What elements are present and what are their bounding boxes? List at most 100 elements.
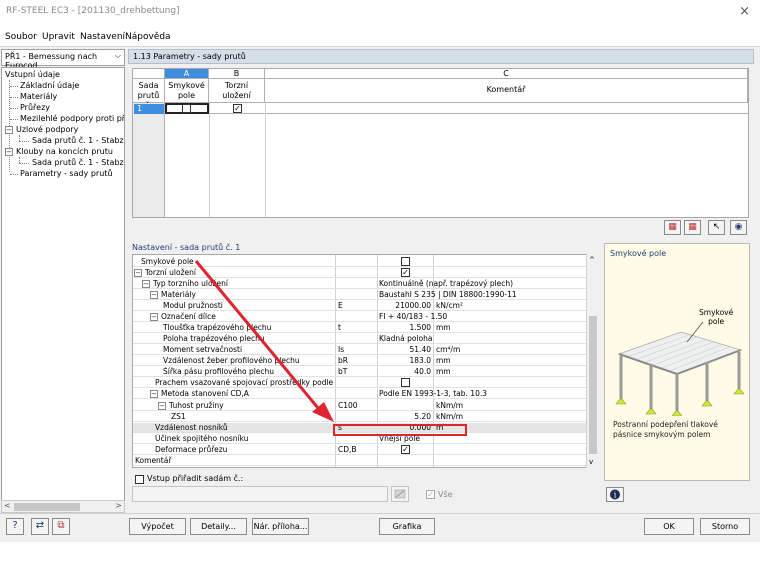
ok-button[interactable]: OK [644, 518, 694, 535]
settings-row[interactable]: Moment setrvačnosti Is 51.40 cm⁴/m [133, 345, 586, 355]
setting-label: Torzní uložení [145, 268, 196, 277]
torsion-checkbox[interactable]: ✓ [233, 104, 242, 113]
setting-value[interactable]: 21000.00 [379, 301, 431, 311]
setting-symbol [338, 279, 376, 289]
setting-checkbox[interactable]: ✓ [401, 268, 410, 277]
nav-klouby-sada-1[interactable]: Sada prutů č. 1 - Stabzug [32, 158, 124, 167]
graphics-button[interactable]: Grafika [379, 518, 435, 535]
col-a-header: Smykové pole [165, 79, 209, 103]
collapse-icon[interactable]: − [150, 313, 158, 321]
select-sets-icon[interactable] [391, 486, 409, 502]
settings-row[interactable]: − Materiály Baustahl S 235 | DIN 18800:199… [133, 290, 586, 300]
settings-row[interactable]: Deformace průřezu CD,B ✓ [133, 445, 586, 455]
nav-mezilehle-podpory[interactable]: Mezilehlé podpory proti příčném [20, 114, 124, 123]
setting-checkbox[interactable] [401, 378, 410, 387]
col-letter-a[interactable]: A [165, 69, 209, 79]
nav-horizontal-scrollbar[interactable]: < > [1, 500, 125, 513]
settings-row[interactable]: Tloušťka trapézového plechu t 1.500 mm [133, 323, 586, 333]
details-button[interactable]: Detaily... [190, 518, 247, 535]
setting-value[interactable]: Baustahl S 235 | DIN 18800:1990-11 [379, 290, 579, 300]
export-icon[interactable]: ⇄ [31, 518, 49, 535]
nav-prurezy[interactable]: Průřezy [20, 103, 50, 112]
col-letter-b[interactable]: B [209, 69, 265, 79]
collapse-icon[interactable]: − [150, 291, 158, 299]
scroll-down-icon[interactable]: v [589, 458, 593, 466]
navigator-tree: Vstupní údaje Základní údaje Materiály P… [1, 67, 125, 513]
shear-panel-checkbox[interactable] [182, 104, 191, 113]
scrollbar-thumb[interactable] [589, 316, 597, 454]
select-pointer-icon[interactable]: ↖ [708, 220, 725, 235]
settings-row[interactable]: − Torzní uložení ✓ [133, 268, 586, 278]
collapse-icon[interactable]: − [158, 402, 166, 410]
setting-value[interactable]: 5.20 [379, 412, 431, 422]
setting-value[interactable]: Podle EN 1993-1-3, tab. 10.3 [379, 389, 579, 399]
settings-row[interactable]: − Označení dílce FI + 40/183 - 1.50 [133, 312, 586, 322]
menu-nastaveni[interactable]: Nastavení [80, 32, 125, 42]
menu-upravit[interactable]: Upravit [42, 32, 75, 42]
collapse-icon[interactable]: − [5, 126, 13, 134]
import-excel-icon[interactable]: ▦ [684, 220, 701, 235]
setting-value[interactable]: 183.0 [379, 356, 431, 366]
nav-klouby[interactable]: Klouby na koncích prutu [16, 147, 113, 156]
info-icon[interactable]: i [606, 487, 624, 502]
menu-soubor[interactable]: Soubor [5, 32, 37, 42]
setting-checkbox[interactable] [401, 257, 410, 266]
settings-row[interactable]: Šířka pásu profilového plechu bT 40.0 mm [133, 367, 586, 377]
copy-icon[interactable]: ⧉ [52, 518, 70, 535]
all-sets-label: Vše [438, 490, 453, 499]
calculate-button[interactable]: Výpočet [129, 518, 186, 535]
collapse-icon[interactable]: − [150, 390, 158, 398]
scroll-left-icon[interactable]: < [4, 501, 11, 510]
setting-value[interactable] [379, 401, 431, 411]
collapse-icon[interactable]: − [142, 280, 150, 288]
setting-value[interactable]: Kontinuálně (např. trapézový plech) [379, 279, 579, 289]
setting-symbol [338, 268, 376, 278]
table-row[interactable] [165, 103, 748, 114]
setting-value[interactable]: Kladná poloha [379, 334, 579, 344]
setting-label: Účinek spojitého nosníku [155, 434, 249, 443]
settings-row[interactable]: Modul pružnosti E 21000.00 kN/cm² [133, 301, 586, 311]
menu-napoveda[interactable]: Nápověda [125, 32, 171, 42]
nav-zakladni-udaje[interactable]: Základní údaje [20, 81, 79, 90]
scroll-up-icon[interactable]: ^ [589, 256, 595, 264]
help-icon[interactable]: ? [6, 518, 24, 535]
setting-value[interactable]: 40.0 [379, 367, 431, 377]
settings-row[interactable]: Komentář [133, 456, 586, 466]
settings-row[interactable]: Vzdálenost žeber profilového plechu bR 183… [133, 356, 586, 366]
settings-row[interactable]: Poloha trapézového plechu Kladná poloha [133, 334, 586, 344]
setting-value[interactable] [379, 456, 579, 466]
nav-uzlove-sada-1[interactable]: Sada prutů č. 1 - Stabzug [32, 136, 124, 145]
scrollbar-thumb[interactable] [14, 503, 80, 511]
settings-row[interactable]: ZS1 5.20 kNm/m [133, 412, 586, 422]
view-eye-icon[interactable]: ◉ [730, 220, 747, 235]
setting-value[interactable]: 1.500 [379, 323, 431, 333]
settings-row[interactable]: − Metoda stanovení CD,A Podle EN 1993-1-3,… [133, 389, 586, 399]
setting-symbol: t [338, 323, 341, 332]
case-selector[interactable]: PŘ1 - Bemessung nach Eurocod ⌵ [1, 49, 125, 70]
close-icon[interactable]: × [739, 4, 750, 19]
settings-row[interactable]: Smykové pole [133, 257, 586, 267]
row-number[interactable]: 1 [134, 104, 164, 114]
settings-row[interactable]: − Typ torzního uložení Kontinuálně (např. … [133, 279, 586, 289]
setting-value[interactable]: FI + 40/183 - 1.50 [379, 312, 579, 322]
nav-parametry-sady[interactable]: Parametry - sady prutů [20, 169, 112, 178]
col-letter-c[interactable]: C [265, 69, 748, 79]
export-excel-icon[interactable]: ▦ [664, 220, 681, 235]
cancel-button[interactable]: Storno [700, 518, 750, 535]
scroll-right-icon[interactable]: > [115, 501, 122, 510]
all-sets-checkbox[interactable]: ✓ [426, 490, 435, 499]
assign-sets-input[interactable] [132, 486, 388, 502]
collapse-icon[interactable]: − [5, 148, 13, 156]
collapse-icon[interactable]: − [134, 269, 142, 277]
preview-description: Postranní podepření tlakové pásnice smyk… [613, 420, 718, 439]
national-annex-button[interactable]: Nár. příloha... [252, 518, 309, 535]
nav-materialy[interactable]: Materiály [20, 92, 57, 101]
nav-root[interactable]: Vstupní údaje [5, 70, 60, 79]
nav-uzlove-podpory[interactable]: Uzlové podpory [16, 125, 78, 134]
settings-vertical-scrollbar[interactable]: ^ v [586, 254, 598, 468]
assign-sets-checkbox[interactable] [135, 475, 144, 484]
setting-value[interactable]: 51.40 [379, 345, 431, 355]
settings-row[interactable]: − Tuhost pružiny C100 kNm/m [133, 401, 586, 411]
settings-row[interactable]: Prachem vsazované spojovací prostředky p… [133, 378, 586, 388]
setting-checkbox[interactable]: ✓ [401, 445, 410, 454]
